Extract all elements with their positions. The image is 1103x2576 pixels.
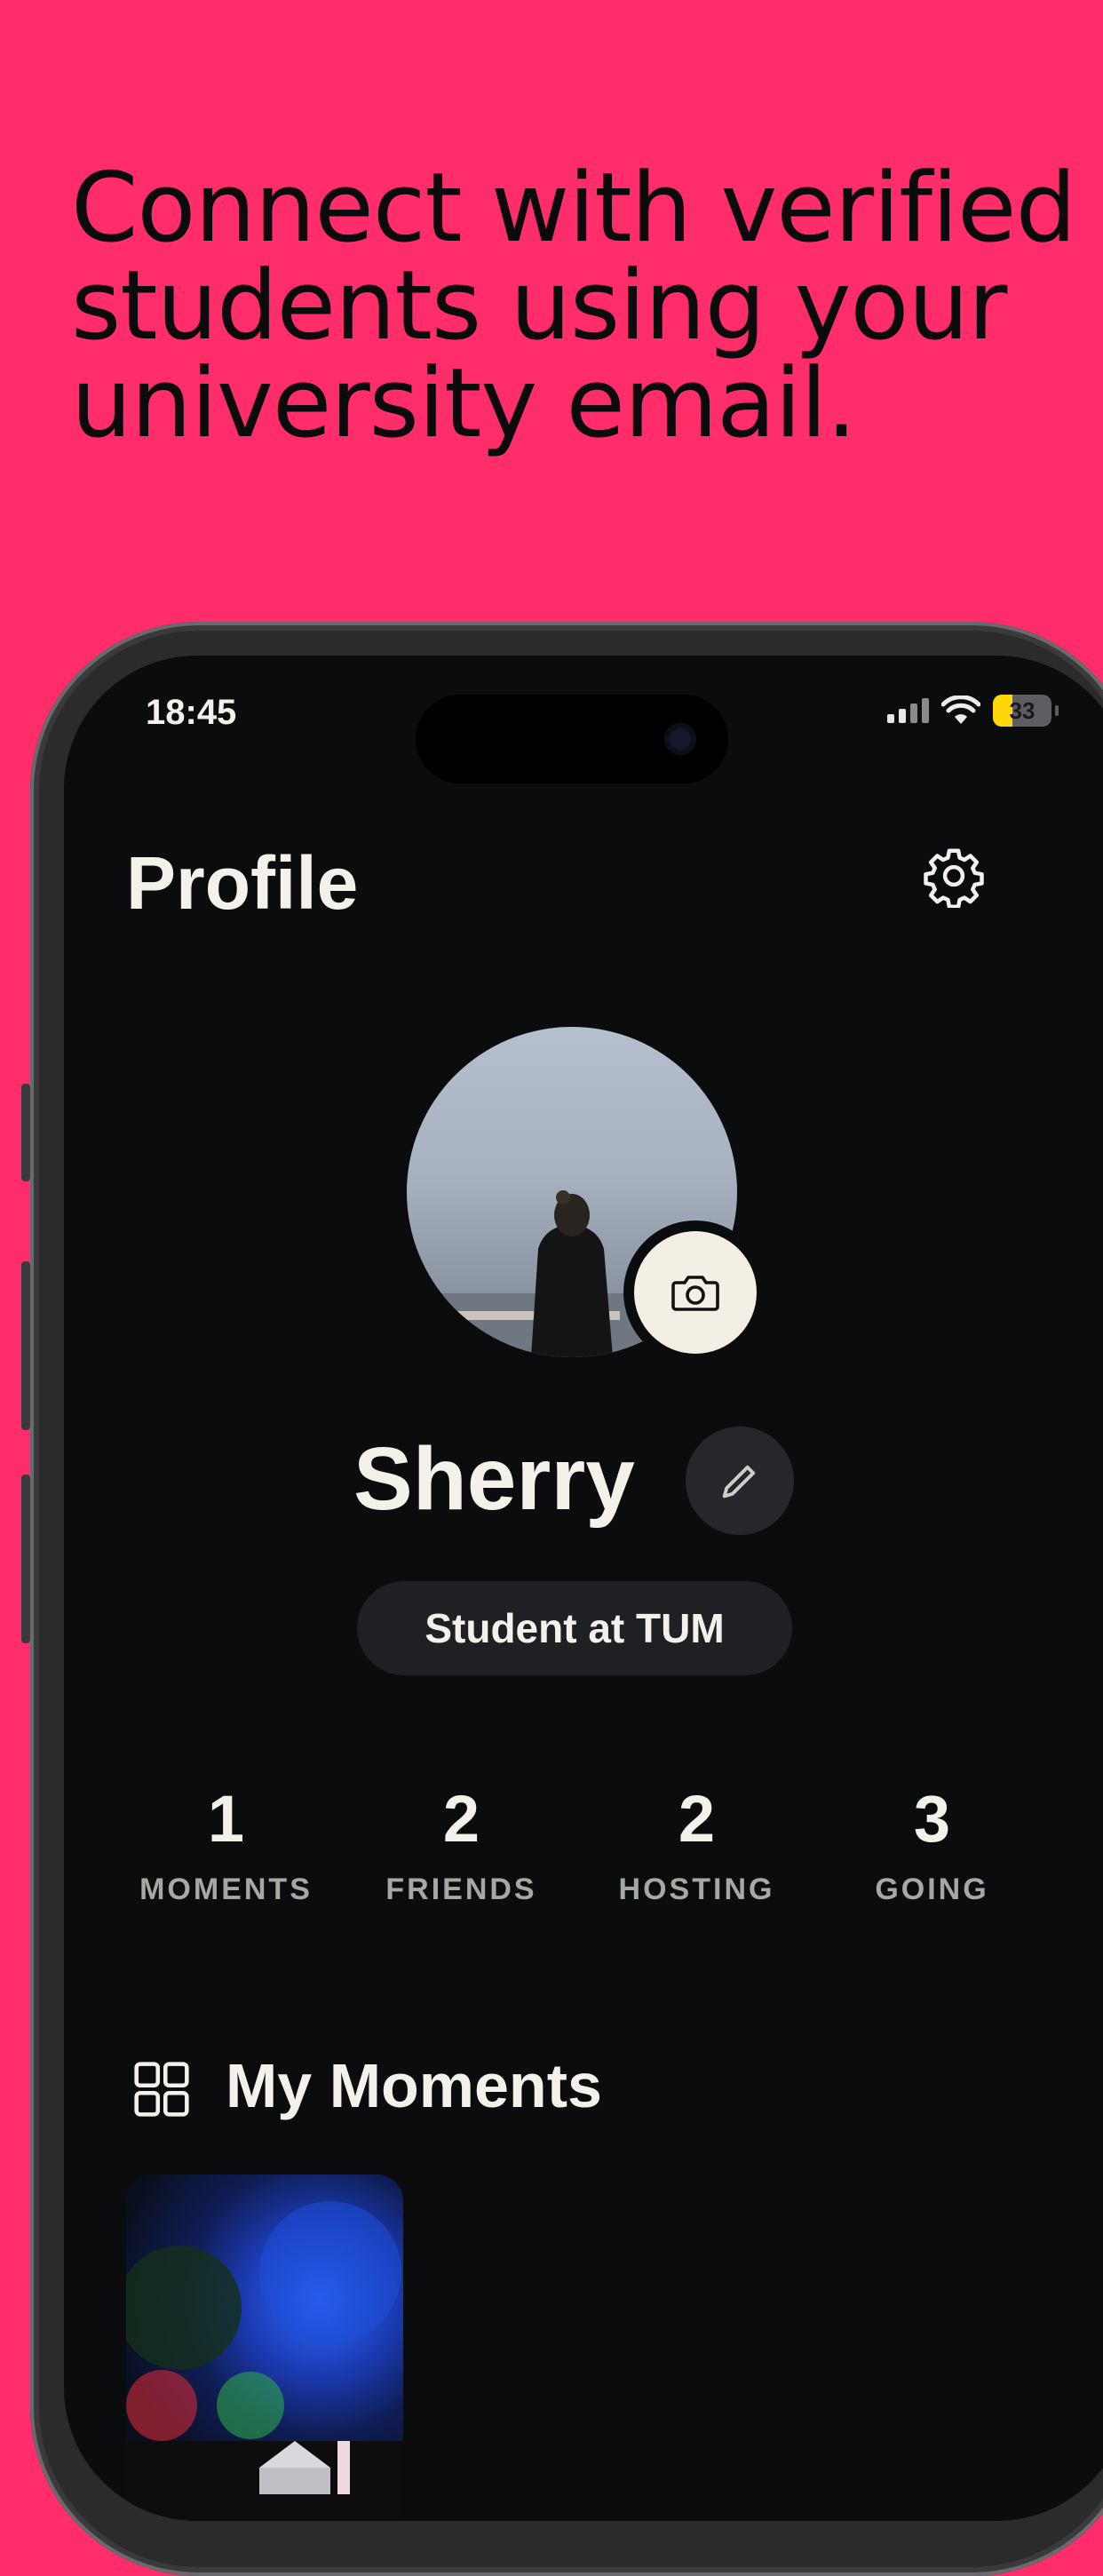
stat-label: MOMENTS (139, 1872, 313, 1906)
phone-side-button (21, 1084, 30, 1181)
status-icons: 33 (887, 695, 1059, 727)
phone-side-button (21, 1261, 30, 1430)
section-title-moments: My Moments (226, 2051, 602, 2120)
moment-photo (126, 2201, 403, 2521)
stat-value: 2 (442, 1782, 480, 1856)
camera-icon (671, 1276, 719, 1311)
phone-side-button (21, 1475, 30, 1643)
front-camera (664, 723, 696, 755)
wifi-icon (941, 696, 980, 724)
marketing-headline: Connect with verified students using you… (71, 160, 1101, 453)
grid-icon (134, 2062, 189, 2117)
headline-line: Connect with verified (71, 153, 1076, 264)
battery-icon: 33 (993, 695, 1051, 727)
signal-icon (887, 698, 929, 723)
stat-label: FRIENDS (385, 1872, 537, 1906)
change-photo-button-face (634, 1231, 757, 1354)
stat-moments[interactable]: 1 MOMENTS (108, 1784, 344, 1907)
status-time: 18:45 (146, 693, 237, 732)
battery-percent: 33 (1009, 696, 1036, 724)
gear-icon[interactable] (922, 844, 986, 908)
stat-label: HOSTING (618, 1872, 775, 1906)
pencil-icon (722, 1465, 756, 1499)
profile-name: Sherry (353, 1429, 635, 1529)
stat-friends[interactable]: 2 FRIENDS (344, 1784, 579, 1907)
stat-value: 3 (913, 1782, 951, 1856)
change-photo-button[interactable] (623, 1220, 767, 1364)
headline-line: university email. (71, 348, 857, 459)
stat-going[interactable]: 3 GOING (814, 1784, 1050, 1907)
moment-thumbnail[interactable] (126, 2174, 403, 2521)
stat-label: GOING (875, 1872, 989, 1906)
page-title: Profile (126, 841, 359, 925)
battery-nub (1055, 705, 1059, 716)
profile-stats: 1 MOMENTS 2 FRIENDS 2 HOSTING 3 GOING (108, 1784, 1050, 1907)
phone-screen: 18:45 33 Profile Sherry Student at TUM 1… (64, 656, 1103, 2521)
stat-hosting[interactable]: 2 HOSTING (579, 1784, 814, 1907)
edit-name-button[interactable] (686, 1427, 794, 1535)
stat-value: 1 (207, 1782, 245, 1856)
headline-line: students using your (71, 250, 1007, 362)
stat-value: 2 (678, 1782, 716, 1856)
university-badge: Student at TUM (357, 1581, 792, 1675)
dynamic-island (416, 695, 728, 783)
